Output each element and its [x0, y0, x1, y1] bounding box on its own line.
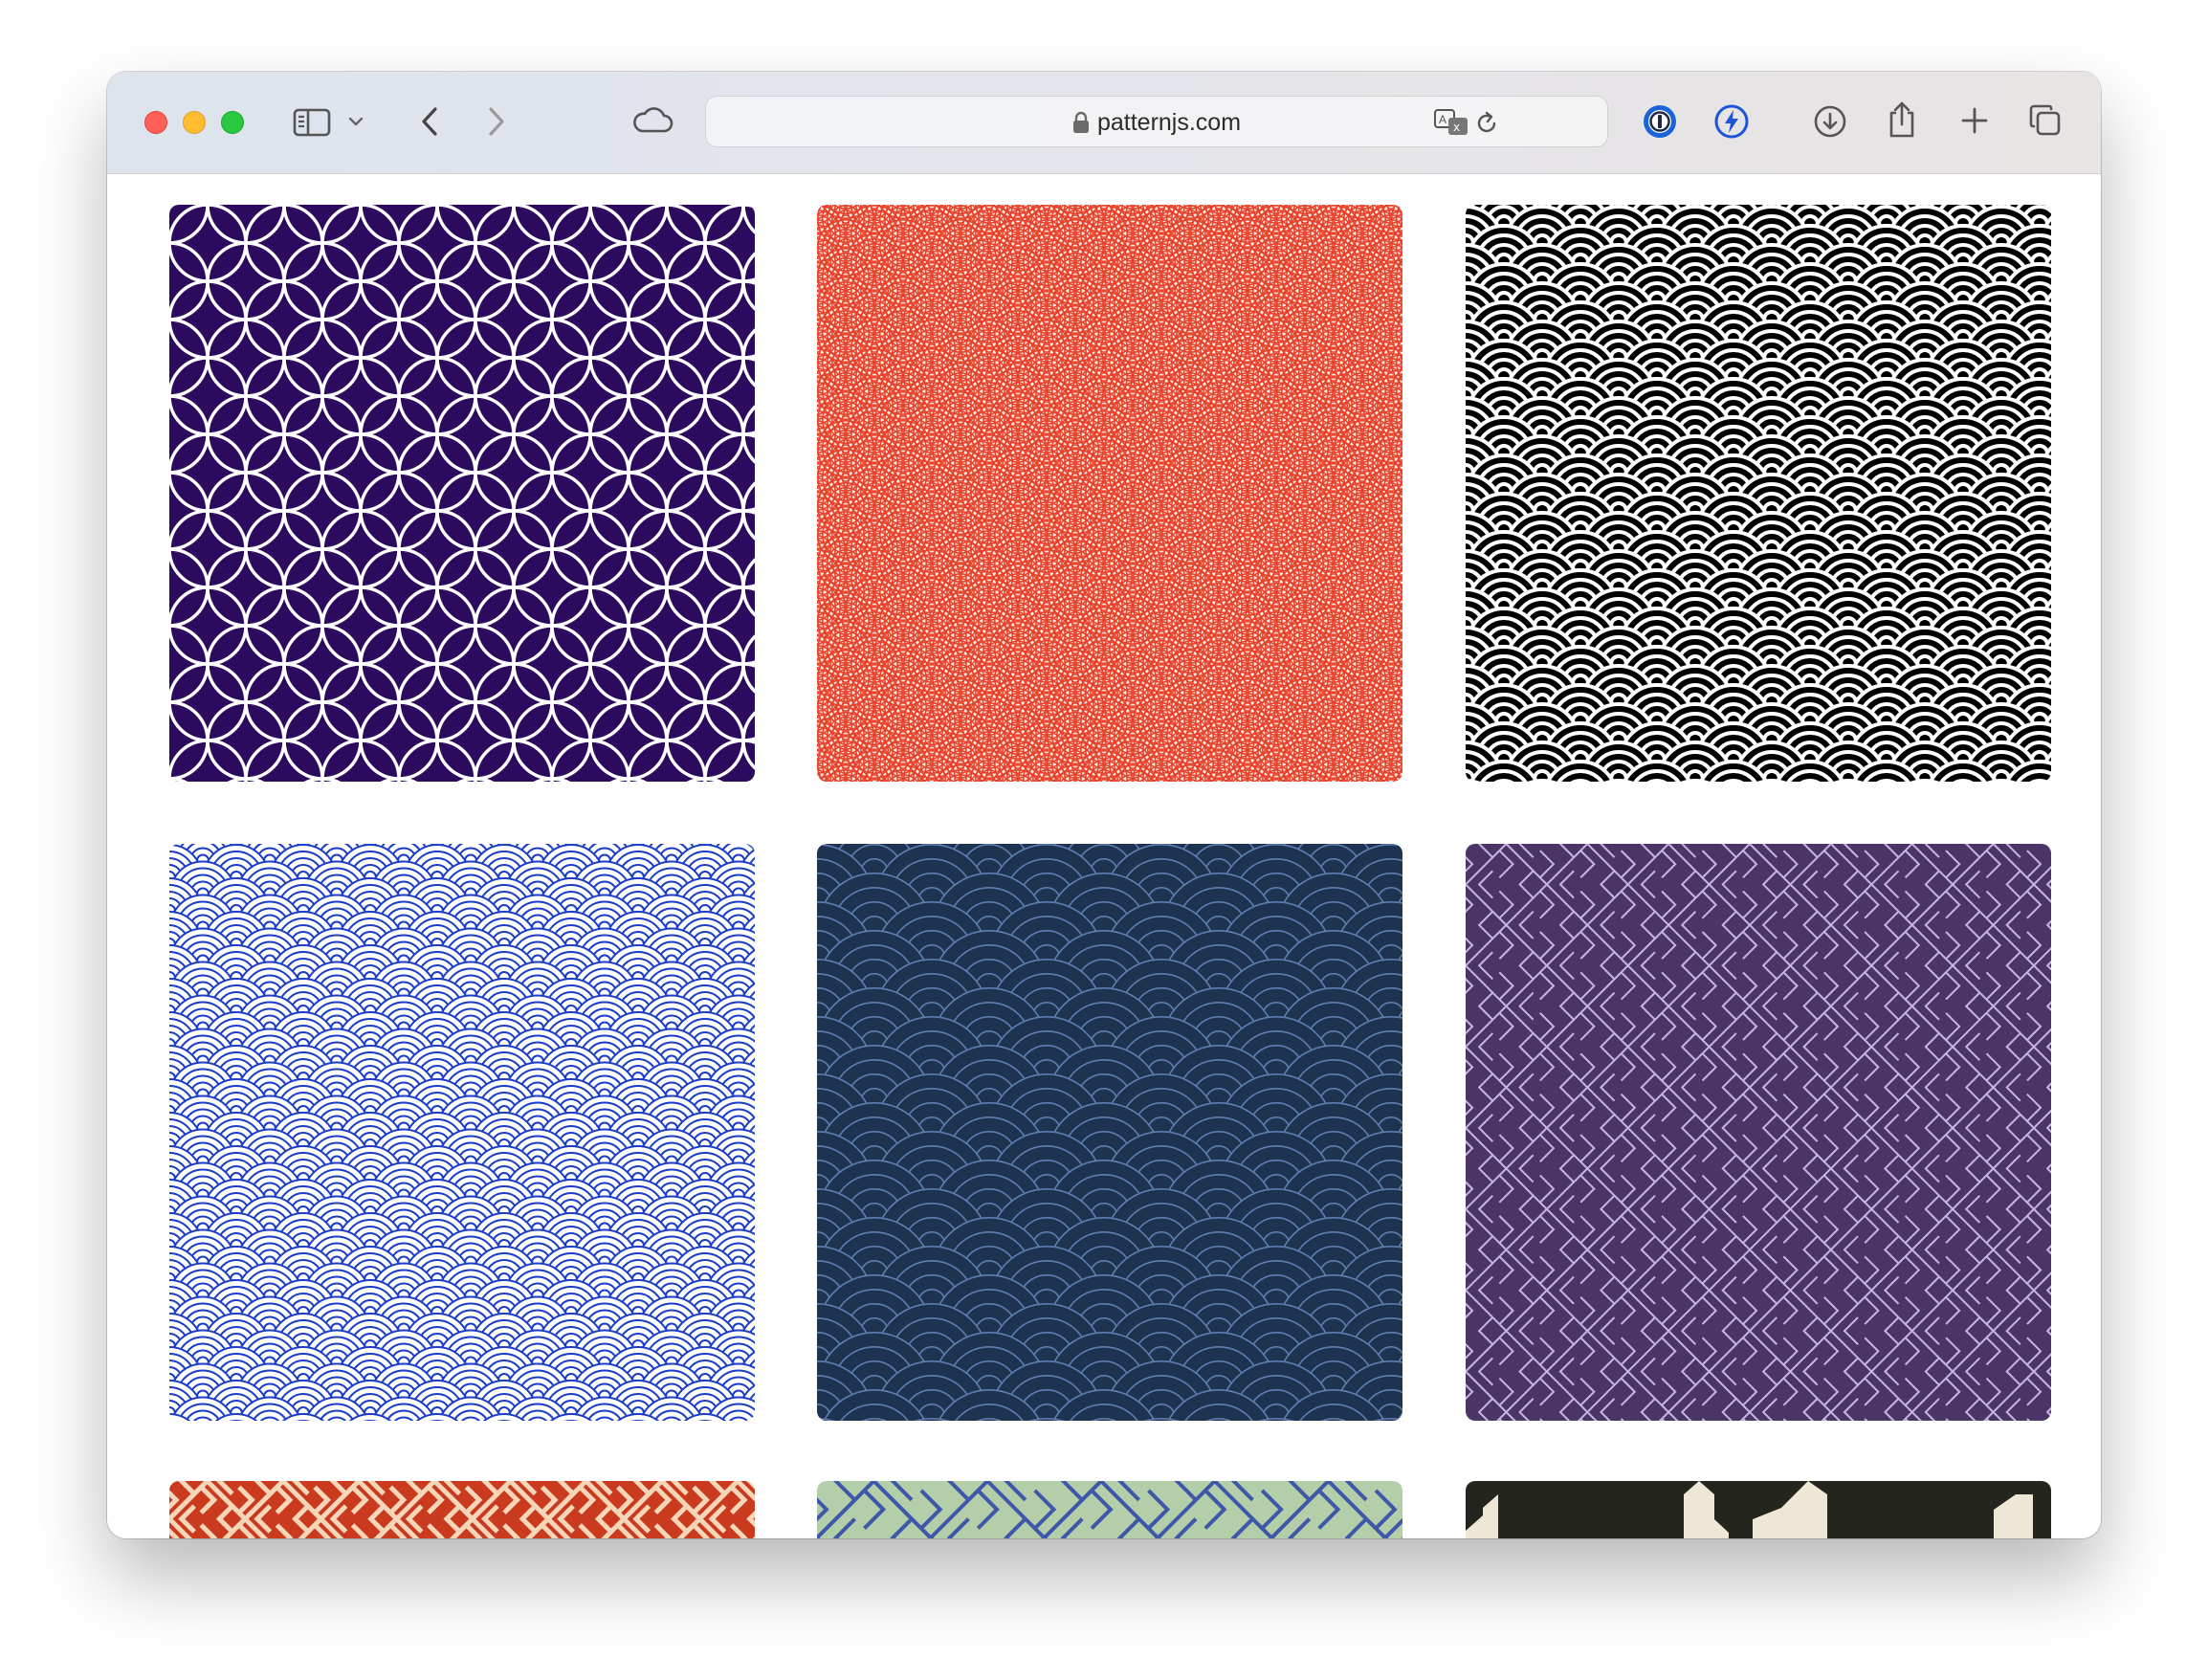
download-icon [1814, 105, 1846, 138]
zoom-window-button[interactable] [221, 111, 244, 134]
bolt-extension-button[interactable] [1712, 102, 1751, 141]
share-button[interactable] [1885, 99, 1919, 141]
back-icon [422, 107, 437, 136]
pattern-tile-shippo[interactable] [169, 205, 755, 782]
sidebar-toggle-button[interactable] [293, 106, 331, 139]
pattern-tile-matsukawabishi[interactable] [1466, 1481, 2051, 1538]
reload-icon [1477, 111, 1496, 133]
translate-icon: A x [1434, 109, 1468, 135]
seigaiha-thin-pattern [817, 205, 1402, 782]
icloud-tabs-button[interactable] [631, 104, 673, 137]
shippo-pattern [169, 205, 755, 782]
translate-button[interactable]: A x [1433, 106, 1471, 139]
lock-icon [1072, 111, 1089, 133]
tab-overview-icon [2029, 104, 2061, 136]
seigaiha-blue-pattern [169, 844, 755, 1421]
address-bar[interactable]: patternjs.com A x [705, 96, 1608, 147]
sayagata-green-pattern [817, 1481, 1402, 1538]
tab-group-menu-button[interactable] [346, 112, 365, 131]
bolt-extension-icon [1714, 104, 1749, 139]
svg-text:A: A [1439, 113, 1446, 126]
tab-overview-button[interactable] [2027, 102, 2064, 139]
pattern-tile-seigaiha-bold[interactable] [1466, 205, 2051, 782]
close-window-button[interactable] [144, 111, 167, 134]
pattern-tile-sayagata-red[interactable] [169, 1481, 755, 1538]
page-content [107, 174, 2101, 1538]
new-tab-button[interactable] [1958, 104, 1991, 137]
downloads-button[interactable] [1812, 103, 1848, 140]
sayagata-purple-pattern [1466, 844, 2051, 1421]
forward-button[interactable] [482, 102, 511, 141]
seigaiha-bold-pattern [1466, 205, 2051, 782]
new-tab-icon [1961, 107, 1988, 134]
browser-window: patternjs.com A x [107, 72, 2101, 1538]
forward-icon [489, 107, 504, 136]
icloud-icon [633, 107, 673, 133]
chevron-down-icon [348, 117, 364, 126]
sidebar-icon [293, 108, 331, 137]
browser-toolbar: patternjs.com A x [107, 72, 2101, 174]
svg-text:x: x [1453, 121, 1460, 134]
back-button[interactable] [415, 102, 444, 141]
sayagata-red-pattern [169, 1481, 755, 1538]
minimize-window-button[interactable] [183, 111, 206, 134]
pattern-tile-seigaiha-blue[interactable] [169, 844, 755, 1421]
pattern-tile-seigaiha-navy[interactable] [817, 844, 1402, 1421]
matsukawabishi-pattern [1466, 1481, 2051, 1538]
pattern-tile-sayagata-green[interactable] [817, 1481, 1402, 1538]
onepassword-extension-button[interactable] [1641, 102, 1679, 141]
onepassword-icon [1644, 105, 1676, 138]
pattern-tile-seigaiha-thin[interactable] [817, 205, 1402, 782]
seigaiha-navy-pattern [817, 844, 1402, 1421]
pattern-tile-sayagata-purple[interactable] [1466, 844, 2051, 1421]
reload-button[interactable] [1471, 108, 1502, 139]
share-icon [1889, 101, 1914, 138]
url-text: patternjs.com [1096, 108, 1242, 136]
